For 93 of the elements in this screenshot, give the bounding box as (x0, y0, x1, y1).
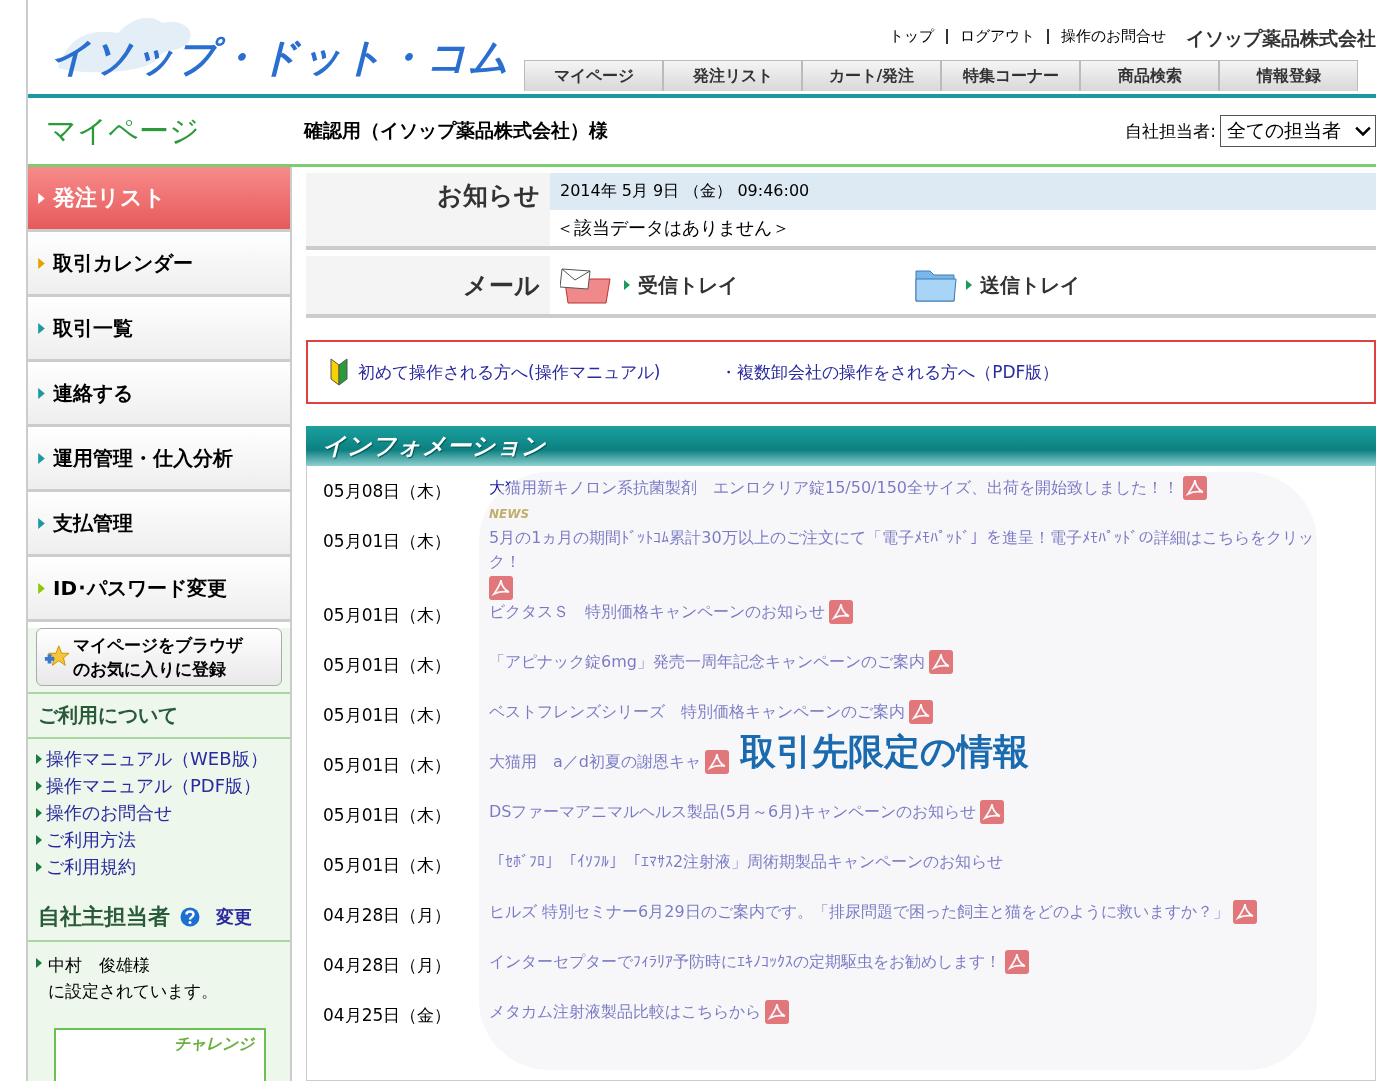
pdf-icon[interactable] (980, 800, 1005, 824)
info-date: 04月28日（月） (323, 904, 453, 927)
nav-tab[interactable]: マイページ (524, 60, 663, 91)
caret-icon (36, 834, 42, 845)
usage-link[interactable]: 操作マニュアル（WEB版） (46, 746, 268, 771)
info-link[interactable]: 「アピナック錠6mg」発売一周年記念キャンペーンのご案内 (489, 650, 925, 674)
pdf-icon[interactable] (1183, 476, 1208, 500)
top-link[interactable]: ログアウト (946, 28, 1035, 44)
info-link[interactable]: DSファーマアニマルヘルス製品(5月～6月)キャンペーンのお知らせ (489, 800, 977, 824)
sidebar-label: 連絡する (53, 379, 133, 407)
info-date: 05月01日（木） (323, 804, 453, 827)
notice-label: お知らせ (306, 173, 550, 246)
pdf-icon[interactable] (765, 1000, 789, 1024)
info-date: 05月01日（木） (323, 604, 453, 627)
company-name: イソップ薬品株式会社 (1186, 26, 1376, 51)
beginner-leaf-icon (330, 357, 348, 387)
caret-icon (36, 958, 42, 968)
caret-icon (38, 582, 45, 594)
info-date: 04月28日（月） (323, 954, 453, 977)
info-date: 05月01日（木） (323, 704, 453, 727)
pdf-icon[interactable] (704, 750, 729, 774)
restricted-info-title: 取引先限定の情報 (740, 730, 1029, 774)
sidebar-label: ID･パスワード変更 (53, 574, 228, 602)
sidebar-label: 取引一覧 (53, 314, 133, 342)
staff-filter-label: 自社担当者: (1125, 119, 1216, 143)
info-link[interactable]: 大猫用新キノロン系抗菌製剤 エンロクリア錠15/50/150全サイズ、出荷を開始致しました！！ (489, 476, 1180, 500)
change-link[interactable]: 変更 (216, 905, 252, 929)
info-link[interactable]: ベストフレンズシリーズ 特別価格キャンペーンのご案内 (489, 700, 905, 724)
caret-icon (36, 861, 42, 872)
usage-link[interactable]: 操作マニュアル（PDF版） (46, 773, 262, 798)
notice-empty-text: ＜該当データはありません＞ (555, 216, 791, 240)
pdf-icon[interactable] (909, 700, 933, 724)
info-date: 04月25日（金） (323, 1004, 453, 1027)
info-date: 05月01日（木） (323, 854, 453, 877)
pdf-guide-link[interactable]: ・複数卸会社の操作をされる方へ（PDF版） (720, 360, 1060, 384)
usage-link[interactable]: ご利用規約 (46, 854, 136, 879)
nav-tab[interactable]: カート/発注 (802, 60, 941, 91)
pdf-icon[interactable] (928, 650, 953, 674)
caret-icon (38, 257, 45, 269)
sidebar-label: 運用管理・仕入分析 (53, 444, 233, 472)
info-link[interactable]: 大猫用 a／d初夏の謝恩キャ (489, 750, 701, 774)
caret-icon (36, 807, 42, 818)
info-date: 05月01日（木） (323, 754, 453, 777)
info-link[interactable]: 5月の1ヵ月の期間ﾄﾞｯﾄｺﾑ累計30万以上のご注文にて「電子ﾒﾓﾊﾟｯﾄﾞ」を進呈！電子ﾒﾓﾊﾟｯﾄﾞの詳細はこちらをクリック！ (489, 526, 1335, 574)
mail-label: メール (306, 256, 550, 314)
info-date: 05月01日（木） (323, 654, 453, 677)
favorite-button[interactable]: マイページをブラウザ のお気に入りに登録 (36, 628, 282, 686)
caret-icon (36, 753, 42, 764)
pdf-icon[interactable] (1232, 900, 1257, 924)
usage-link[interactable]: ご利用方法 (46, 827, 136, 852)
top-link[interactable]: トップ (889, 26, 934, 46)
caret-icon (36, 780, 42, 791)
info-link[interactable]: 「ｾﾎﾞﾌﾛ」「ｲｿﾌﾙ」「ｴﾏｻｽ2注射液」周術期製品キャンペーンのお知らせ (489, 850, 1004, 874)
info-link[interactable]: ヒルズ 特別セミナー6月29日のご案内です。「排尿問題で困った飼主と猫をどのように救いますか？」 (489, 900, 1229, 924)
customer-name: 確認用（イソップ薬品株式会社）様 (304, 118, 609, 143)
chevron-down-icon (1355, 125, 1371, 137)
inbox-link[interactable]: 受信トレイ (638, 271, 738, 299)
caret-icon (38, 387, 45, 399)
news-label: NEWS (489, 507, 531, 521)
caret-icon (38, 192, 45, 204)
help-icon[interactable] (180, 907, 200, 927)
caret-icon (38, 322, 45, 334)
usage-link[interactable]: 操作のお問合せ (46, 800, 172, 825)
caret-icon (38, 517, 45, 529)
top-link[interactable]: 操作のお問合せ (1047, 28, 1166, 44)
info-link[interactable]: メタカム注射液製品比較はこちらから (489, 1000, 761, 1024)
sidebar-label: 取引カレンダー (53, 249, 193, 277)
info-date: 05月08日（木） (323, 480, 453, 503)
nav-tab[interactable]: 特集コーナー (941, 60, 1080, 91)
nav-tab[interactable]: 商品検索 (1080, 60, 1219, 91)
staff-name-text: 中村 俊雄様 に設定されています。 (48, 954, 218, 1003)
info-link[interactable]: ビクタスＳ 特別価格キャンペーンのお知らせ (489, 600, 825, 624)
info-link[interactable]: インターセプターでﾌｨﾗﾘｱ予防時にｴｷﾉｺｯｸｽの定期駆虫をお勧めします！ (489, 950, 1001, 974)
caret-icon (624, 280, 630, 290)
nav-tab[interactable]: 発注リスト (663, 60, 802, 91)
caret-icon (966, 280, 972, 290)
sidebar-label: 発注リスト (53, 184, 166, 212)
nav-tab[interactable]: 情報登録 (1219, 60, 1358, 91)
notice-datetime: 2014年 5月 9日 （金） 09:46:00 (550, 173, 1376, 210)
caret-icon (38, 452, 45, 464)
outbox-link[interactable]: 送信トレイ (980, 271, 1080, 299)
page-title: マイページ (45, 111, 201, 150)
site-logo[interactable]: イソップ・ドット・コム (50, 34, 510, 80)
information-title-bar: インフォメーション (306, 426, 1376, 466)
manual-link[interactable]: 初めて操作される方へ(操作マニュアル) (358, 360, 661, 384)
info-date: 05月01日（木） (323, 530, 453, 553)
staff-select[interactable]: 全ての担当者 (1220, 115, 1376, 147)
usage-heading: ご利用について (28, 692, 290, 739)
pdf-icon[interactable] (1005, 950, 1029, 974)
staff-heading: 自社主担当者 (38, 903, 170, 931)
sidebar-label: 支払管理 (53, 509, 133, 537)
pdf-icon[interactable] (489, 576, 513, 600)
pdf-icon[interactable] (829, 600, 853, 624)
